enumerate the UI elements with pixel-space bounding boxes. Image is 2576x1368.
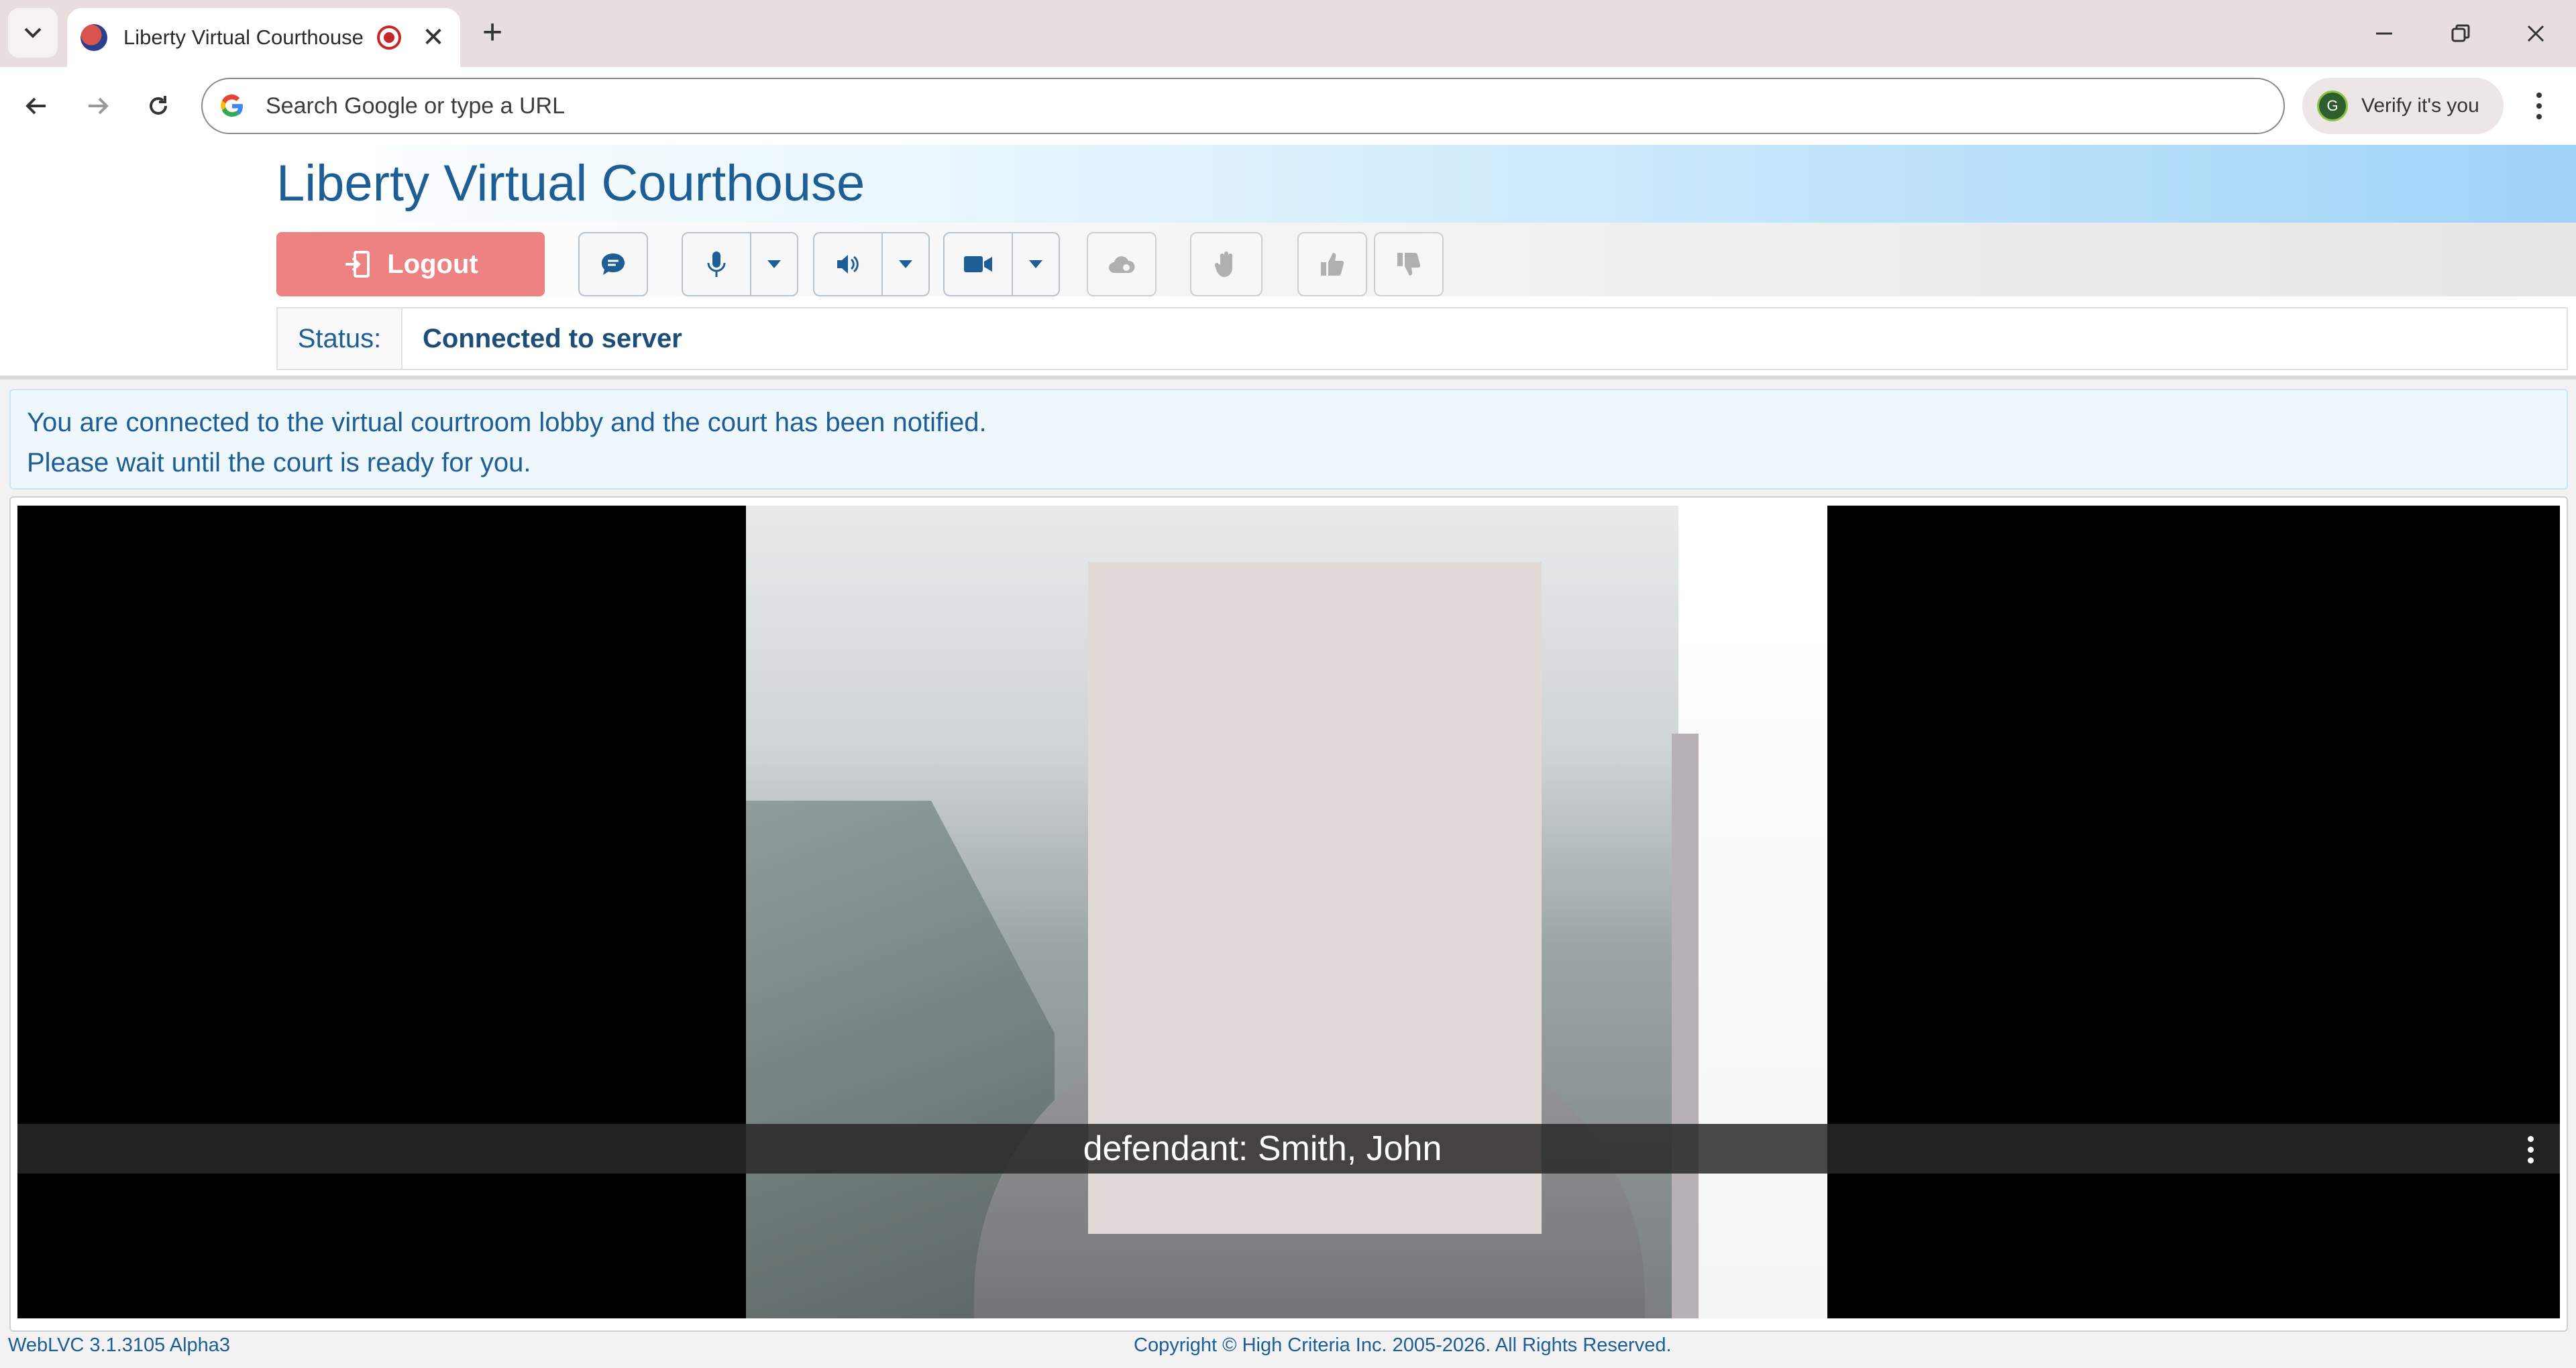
logout-button[interactable]: Logout <box>276 232 545 296</box>
minimize-button[interactable] <box>2363 13 2406 54</box>
page-title: Liberty Virtual Courthouse <box>276 155 865 212</box>
arrow-left-icon <box>25 97 46 115</box>
close-icon <box>2527 25 2544 42</box>
notice-line-2: Please wait until the court is ready for… <box>27 448 531 477</box>
thumbs-down-icon <box>1397 252 1421 276</box>
browser-menu-button[interactable] <box>2522 83 2556 129</box>
chat-icon <box>602 253 625 275</box>
verify-label: Verify it's you <box>2361 95 2479 117</box>
caret-down-icon <box>1029 260 1042 268</box>
restore-icon <box>2451 24 2470 42</box>
caret-down-icon <box>899 260 912 268</box>
chat-button[interactable] <box>578 232 648 296</box>
microphone-button[interactable] <box>682 232 751 296</box>
raise-hand-button[interactable] <box>1190 232 1263 296</box>
video-menu-button[interactable] <box>2517 1131 2544 1168</box>
speaker-options-button[interactable] <box>881 232 930 296</box>
google-icon <box>221 94 243 117</box>
forward-button[interactable] <box>78 86 118 126</box>
status-label: Status: <box>278 308 402 369</box>
video-camera-icon <box>964 256 992 272</box>
speaker-icon <box>837 255 859 274</box>
version-label: WebLVC 3.1.3105 Alpha3 <box>8 1334 231 1356</box>
logout-icon <box>345 251 370 278</box>
tab-close-icon[interactable]: ✕ <box>420 22 447 53</box>
chevron-down-icon <box>24 27 42 38</box>
lobby-notice: You are connected to the virtual courtro… <box>9 389 2568 490</box>
reload-icon <box>150 96 167 115</box>
camera-options-button[interactable] <box>1012 232 1060 296</box>
avatar: G <box>2317 91 2348 121</box>
hand-icon <box>1214 251 1232 277</box>
verify-identity-button[interactable]: G Verify it's you <box>2302 78 2504 134</box>
thumbs-up-button[interactable] <box>1297 232 1367 296</box>
notice-line-1: You are connected to the virtual courtro… <box>27 408 987 437</box>
new-tab-button[interactable]: + <box>474 15 511 52</box>
microphone-icon <box>707 251 726 277</box>
status-value: Connected to server <box>423 323 682 353</box>
caret-down-icon <box>767 260 781 268</box>
recording-icon <box>377 25 401 50</box>
thumbs-up-icon <box>1321 253 1344 276</box>
cloud-user-icon <box>1109 256 1135 273</box>
restore-button[interactable] <box>2439 13 2482 54</box>
thumbs-down-button[interactable] <box>1374 232 1444 296</box>
status-bar: Status: Connected to server <box>276 307 2568 370</box>
close-window-button[interactable] <box>2514 13 2557 54</box>
microphone-options-button[interactable] <box>750 232 798 296</box>
background-button[interactable] <box>1087 232 1157 296</box>
logout-label: Logout <box>387 249 478 279</box>
kebab-icon <box>2536 93 2542 98</box>
reload-button[interactable] <box>138 86 178 126</box>
address-input[interactable] <box>266 93 2211 119</box>
tab-title: Liberty Virtual Courthouse <box>123 25 364 49</box>
speaker-button[interactable] <box>813 232 883 296</box>
arrow-right-icon <box>89 97 109 115</box>
back-button[interactable] <box>16 86 56 126</box>
kebab-icon <box>2527 1135 2534 1142</box>
tab-search-button[interactable] <box>8 8 58 58</box>
minimize-icon <box>2376 32 2392 35</box>
address-bar[interactable] <box>201 78 2285 134</box>
courthouse-favicon-icon <box>80 24 107 51</box>
participant-caption: defendant: Smith, John <box>1083 1129 1442 1168</box>
camera-button[interactable] <box>943 232 1013 296</box>
browser-tab[interactable]: Liberty Virtual Courthouse ✕ <box>67 8 460 67</box>
copyright-label: Copyright © High Criteria Inc. 2005-2026… <box>1134 1334 1672 1356</box>
